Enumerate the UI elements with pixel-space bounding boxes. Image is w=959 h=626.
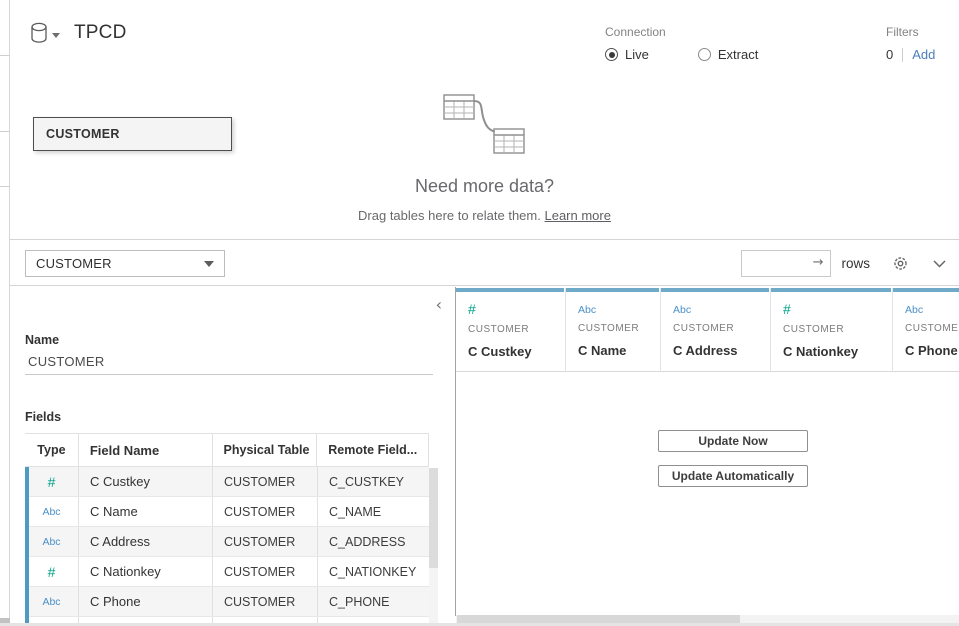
column-table-name: CUSTOMER <box>783 324 892 335</box>
update-now-button[interactable]: Update Now <box>658 430 808 452</box>
relationship-canvas: TPCD Connection Live Extract Filters 0 A… <box>10 0 959 240</box>
grid-column-header[interactable]: Abc CUSTOMER C Phone <box>893 288 959 372</box>
radio-live[interactable]: Live <box>605 47 649 62</box>
collapse-panel-icon[interactable]: ‹ <box>436 297 442 313</box>
field-row[interactable]: # C Nationkey CUSTOMER C_NATIONKEY <box>25 557 429 587</box>
column-field-name: C Nationkey <box>783 344 892 359</box>
fields-scrollbar[interactable] <box>429 468 438 623</box>
rail-divider <box>0 131 10 132</box>
rail-divider <box>0 186 10 187</box>
filters-section: Filters 0 Add <box>886 25 935 62</box>
grid-column-header[interactable]: # CUSTOMER C Nationkey <box>771 288 893 372</box>
radio-extract[interactable]: Extract <box>698 47 758 62</box>
table-properties-panel: ‹ Name CUSTOMER Fields Type Field Name P… <box>10 287 455 626</box>
collapse-grid-chevron-icon[interactable] <box>933 260 946 268</box>
grid-column-header[interactable]: Abc CUSTOMER C Name <box>566 288 661 372</box>
column-type-icon: Abc <box>673 304 691 316</box>
col-header-physical-table[interactable]: Physical Table <box>213 434 318 466</box>
fields-table: Type Field Name Physical Table Remote Fi… <box>25 433 429 626</box>
rows-label: rows <box>841 256 870 271</box>
dropdown-caret-icon <box>204 261 214 267</box>
grid-horizontal-scrollbar[interactable] <box>456 615 959 623</box>
grid-settings-gear-icon[interactable] <box>892 255 909 272</box>
field-type-icon: # <box>48 564 56 580</box>
filters-label: Filters <box>886 25 935 39</box>
column-field-name: C Address <box>673 343 770 358</box>
fields-scrollbar-thumb[interactable] <box>429 468 438 568</box>
field-type-icon: Abc <box>42 596 60 608</box>
grid-header-row: # CUSTOMER C Custkey Abc CUSTOMER C Name… <box>456 288 959 372</box>
learn-more-link[interactable]: Learn more <box>544 208 610 223</box>
grid-column-header[interactable]: # CUSTOMER C Custkey <box>456 288 566 372</box>
field-row[interactable]: Abc C Name CUSTOMER C_NAME <box>25 497 429 527</box>
fields-table-header: Type Field Name Physical Table Remote Fi… <box>25 433 429 467</box>
canvas-empty-state: Need more data? Drag tables here to rela… <box>10 90 959 223</box>
column-table-name: CUSTOMER <box>578 323 660 334</box>
column-type-icon: # <box>783 301 791 317</box>
field-row[interactable]: Abc C Address CUSTOMER C_ADDRESS <box>25 527 429 557</box>
column-type-icon: # <box>468 301 476 317</box>
column-table-name: CUSTOMER <box>468 324 565 335</box>
grid-horizontal-scrollbar-thumb[interactable] <box>457 615 740 623</box>
table-selector-dropdown[interactable]: CUSTOMER <box>25 250 225 277</box>
field-row[interactable]: Abc C Phone CUSTOMER C_PHONE <box>25 587 429 617</box>
col-header-type[interactable]: Type <box>25 434 79 466</box>
column-table-name: CUSTOMER <box>905 323 959 334</box>
column-type-icon: Abc <box>578 304 596 316</box>
datasource-page: TPCD Connection Live Extract Filters 0 A… <box>0 0 959 626</box>
apply-rows-arrow-icon[interactable]: → <box>813 255 824 270</box>
datasource-menu-caret-icon[interactable] <box>52 33 60 38</box>
empty-state-subtitle: Drag tables here to relate them. Learn m… <box>358 208 611 223</box>
column-table-name: CUSTOMER <box>673 323 770 334</box>
col-header-remote-field[interactable]: Remote Field... <box>317 434 428 466</box>
field-type-icon: Abc <box>42 536 60 548</box>
column-field-name: C Phone <box>905 343 959 358</box>
fields-selection-accent <box>25 467 29 626</box>
left-pane-rail[interactable] <box>0 0 10 626</box>
connection-section: Connection Live Extract <box>605 25 758 62</box>
column-field-name: C Name <box>578 343 660 358</box>
radio-extract-icon[interactable] <box>698 48 711 61</box>
empty-state-title: Need more data? <box>415 176 554 197</box>
field-type-icon: Abc <box>42 506 60 518</box>
datasource-title: TPCD <box>74 22 127 44</box>
divider <box>902 48 903 62</box>
database-icon <box>30 22 48 44</box>
join-tables-illustration-icon <box>439 90 531 156</box>
filters-count: 0 <box>886 47 893 62</box>
field-row[interactable]: # C Custkey CUSTOMER C_CUSTKEY <box>25 467 429 497</box>
name-label: Name <box>25 333 59 347</box>
column-type-icon: Abc <box>905 304 923 316</box>
datasource-header: TPCD <box>30 22 127 44</box>
col-header-field-name[interactable]: Field Name <box>79 434 213 466</box>
field-type-icon: # <box>48 474 56 490</box>
row-limit-input[interactable]: → <box>741 250 831 277</box>
radio-live-icon[interactable] <box>605 48 618 61</box>
grid-column-header[interactable]: Abc CUSTOMER C Address <box>661 288 771 372</box>
rail-divider <box>0 55 10 56</box>
data-preview-grid: # CUSTOMER C Custkey Abc CUSTOMER C Name… <box>456 287 959 626</box>
column-field-name: C Custkey <box>468 344 565 359</box>
connection-label: Connection <box>605 25 758 39</box>
table-name-input[interactable]: CUSTOMER <box>25 349 433 375</box>
fields-label: Fields <box>25 410 61 424</box>
update-automatically-button[interactable]: Update Automatically <box>658 465 808 487</box>
add-filter-link[interactable]: Add <box>912 47 935 62</box>
table-details-toolbar: CUSTOMER → rows <box>10 241 959 286</box>
